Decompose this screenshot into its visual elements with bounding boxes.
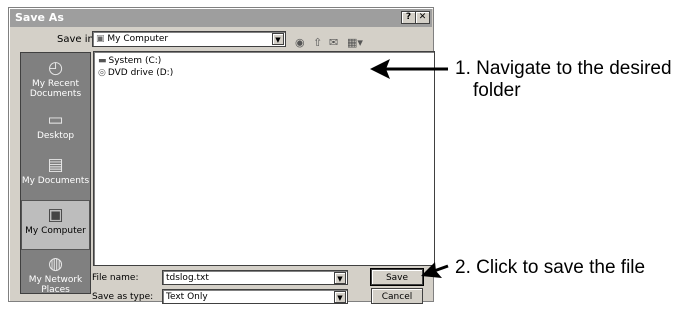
step1-annotation: 1. Navigate to the desired folder xyxy=(455,58,672,102)
step1-line1: 1. Navigate to the desired xyxy=(455,58,672,79)
arrow-icon xyxy=(370,59,448,79)
step2-annotation: 2. Click to save the file xyxy=(455,257,646,278)
step1-line2: folder xyxy=(473,80,521,101)
arrow-icon xyxy=(421,262,449,278)
